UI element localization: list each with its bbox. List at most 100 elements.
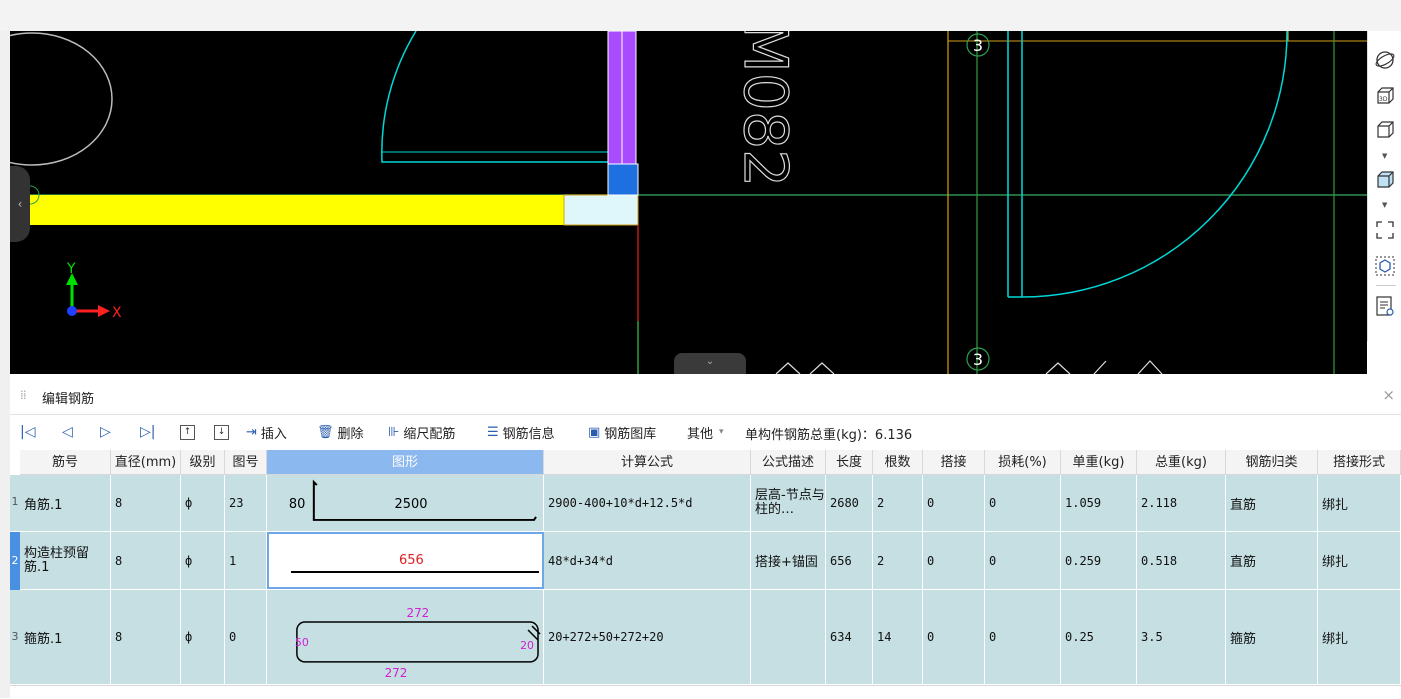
last-row-button[interactable]: ▷|: [140, 421, 155, 443]
cell-length[interactable]: 634: [826, 590, 873, 684]
col-header-length[interactable]: 长度: [826, 450, 873, 475]
cell-lap-type[interactable]: 绑扎: [1318, 590, 1401, 684]
cell-diameter[interactable]: 8: [111, 532, 181, 589]
arrow-down-icon: ↓: [214, 424, 229, 440]
col-header-diameter[interactable]: 直径(mm): [111, 450, 181, 475]
cell-length[interactable]: 2680: [826, 475, 873, 531]
cell-grade[interactable]: ф: [181, 475, 225, 531]
cell-grade[interactable]: ф: [181, 590, 225, 684]
col-header-formula[interactable]: 计算公式: [544, 450, 751, 475]
cell-total-weight[interactable]: 3.5: [1137, 590, 1226, 684]
cell-unit-weight[interactable]: 1.059: [1061, 475, 1137, 531]
other-menu-button[interactable]: 其他 ▾: [687, 421, 724, 443]
col-header-category[interactable]: 钢筋归类: [1226, 450, 1318, 475]
rebar-info-button[interactable]: ☰ 钢筋信息: [487, 421, 555, 443]
cell-lap[interactable]: 0: [923, 475, 985, 531]
empty-row[interactable]: [10, 685, 1401, 699]
cell-shape-selected[interactable]: 656: [267, 532, 544, 589]
cell-total-weight[interactable]: 2.118: [1137, 475, 1226, 531]
col-header-lap[interactable]: 搭接: [923, 450, 985, 475]
col-header-shape[interactable]: 图形: [267, 450, 544, 475]
dropdown-arrow-icon[interactable]: ▼: [1382, 152, 1387, 160]
shape-dim-left: 50: [295, 635, 309, 648]
cell-loss[interactable]: 0: [985, 532, 1061, 589]
cell-total-weight[interactable]: 0.518: [1137, 532, 1226, 589]
cell-description[interactable]: [751, 590, 826, 684]
dropdown-arrow-icon-2[interactable]: ▼: [1382, 201, 1387, 209]
view-3d-icon[interactable]: 3D: [1372, 83, 1398, 109]
collapse-left-panel-button[interactable]: ‹: [10, 166, 30, 242]
scale-rebar-label: 缩尺配筋: [403, 426, 456, 442]
move-up-button[interactable]: ↑: [180, 421, 195, 443]
col-header-grade[interactable]: 级别: [181, 450, 225, 475]
cell-description[interactable]: 层高-节点与柱的…: [751, 475, 826, 531]
cell-category[interactable]: 直筋: [1226, 532, 1318, 589]
cell-grade[interactable]: ф: [181, 532, 225, 589]
col-header-lap-type[interactable]: 搭接形式: [1318, 450, 1401, 475]
col-header-count[interactable]: 根数: [873, 450, 923, 475]
drag-grip-icon[interactable]: ⁞⁞: [20, 388, 27, 402]
panel-title-bar[interactable]: ⁞⁞ 编辑钢筋 ×: [10, 378, 1401, 415]
cell-count[interactable]: 2: [873, 475, 923, 531]
insert-button[interactable]: ⇥ 插入: [246, 421, 287, 443]
cell-shape[interactable]: 80 2500: [267, 475, 544, 531]
delete-button[interactable]: 🗑 删除: [317, 421, 364, 443]
first-row-button[interactable]: |◁: [20, 421, 35, 443]
close-panel-button[interactable]: ×: [1382, 386, 1395, 404]
chevron-left-icon: ‹: [17, 197, 23, 211]
cell-unit-weight[interactable]: 0.25: [1061, 590, 1137, 684]
cell-loss[interactable]: 0: [985, 590, 1061, 684]
cell-description[interactable]: 搭接+锚固: [751, 532, 826, 589]
cell-diameter[interactable]: 8: [111, 475, 181, 531]
table-row[interactable]: 箍筋.1 8 ф 0 272 272 50 20 20+272+50+272+2…: [10, 590, 1401, 685]
cell-formula[interactable]: 48*d+34*d: [544, 532, 751, 589]
cell-shape[interactable]: 272 272 50 20: [267, 590, 544, 684]
cell-diameter[interactable]: 8: [111, 590, 181, 684]
col-header-unit-weight[interactable]: 单重(kg): [1061, 450, 1137, 475]
component-view-icon[interactable]: [1372, 253, 1398, 279]
cell-count[interactable]: 2: [873, 532, 923, 589]
cell-shape-no[interactable]: 1: [225, 532, 267, 589]
col-header-loss[interactable]: 损耗(%): [985, 450, 1061, 475]
cell-lap[interactable]: 0: [923, 590, 985, 684]
col-header-bar-no[interactable]: 筋号: [20, 450, 111, 475]
cell-shape-no[interactable]: 23: [225, 475, 267, 531]
drawing-canvas[interactable]: M082 3 3 Y X: [10, 31, 1367, 374]
table-row[interactable]: 构造柱预留筋.1 8 ф 1 656 48*d+34*d 搭接+锚固 656 2…: [10, 532, 1401, 590]
cell-lap[interactable]: 0: [923, 532, 985, 589]
prev-row-button[interactable]: ◁: [62, 421, 73, 443]
col-header-shape-no[interactable]: 图号: [225, 450, 267, 475]
cell-formula[interactable]: 2900-400+10*d+12.5*d: [544, 475, 751, 531]
table-row[interactable]: 角筋.1 8 ф 23 80 2500 2900-400+10*d+12.5*d…: [10, 475, 1401, 532]
shape-dim-hook: 80: [289, 496, 305, 511]
rebar-library-button[interactable]: ▣ 钢筋图库: [588, 421, 656, 443]
next-row-button[interactable]: ▷: [100, 421, 111, 443]
cell-loss[interactable]: 0: [985, 475, 1061, 531]
cell-bar-no[interactable]: 箍筋.1: [20, 590, 111, 684]
rebar-shape-straight: 656: [291, 553, 539, 573]
cell-formula[interactable]: 20+272+50+272+20: [544, 590, 751, 684]
fit-screen-icon[interactable]: [1372, 217, 1398, 243]
cell-bar-no[interactable]: 构造柱预留筋.1: [20, 532, 111, 589]
cell-bar-no[interactable]: 角筋.1: [20, 475, 111, 531]
cell-unit-weight[interactable]: 0.259: [1061, 532, 1137, 589]
chevron-down-icon: ▾: [719, 427, 724, 437]
move-down-button[interactable]: ↓: [214, 421, 229, 443]
cell-lap-type[interactable]: 绑扎: [1318, 532, 1401, 589]
door-label-m082: M082: [730, 31, 800, 187]
cell-shape-no[interactable]: 0: [225, 590, 267, 684]
total-weight-label: 单构件钢筋总重(kg)：6.136: [745, 428, 913, 443]
collapse-bottom-panel-button[interactable]: ⌄: [674, 353, 746, 374]
cell-category[interactable]: 直筋: [1226, 475, 1318, 531]
cell-length[interactable]: 656: [826, 532, 873, 589]
box-view-icon[interactable]: [1372, 117, 1398, 143]
col-header-total-weight[interactable]: 总重(kg): [1137, 450, 1226, 475]
layer-list-icon[interactable]: [1372, 293, 1398, 319]
cell-lap-type[interactable]: 绑扎: [1318, 475, 1401, 531]
scale-rebar-button[interactable]: ⊪ 缩尺配筋: [388, 421, 455, 443]
orbit-icon[interactable]: [1372, 47, 1398, 73]
col-header-description[interactable]: 公式描述: [751, 450, 826, 475]
cell-category[interactable]: 箍筋: [1226, 590, 1318, 684]
solid-view-icon[interactable]: [1372, 167, 1398, 193]
cell-count[interactable]: 14: [873, 590, 923, 684]
